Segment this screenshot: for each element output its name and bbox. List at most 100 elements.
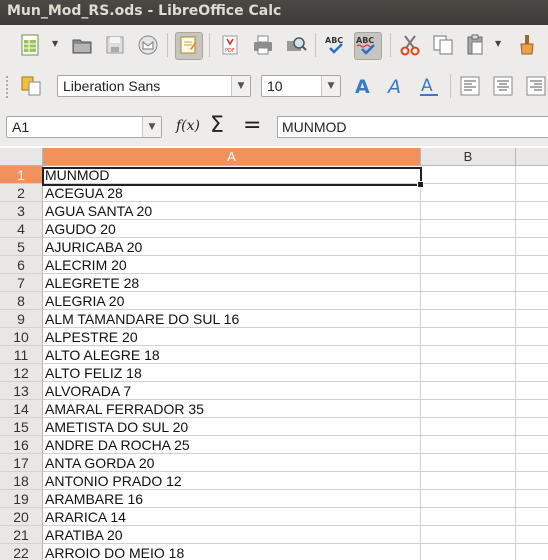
cell-a[interactable]: ALPESTRE 20 bbox=[43, 328, 421, 346]
cell-b[interactable] bbox=[421, 202, 516, 220]
sum-button[interactable]: Σ bbox=[210, 113, 224, 138]
cell-b[interactable] bbox=[421, 310, 516, 328]
column-header-b[interactable]: B bbox=[421, 148, 516, 166]
cell-a[interactable]: ANTONIO PRADO 12 bbox=[43, 472, 421, 490]
align-left-icon[interactable] bbox=[458, 74, 482, 98]
cell-a[interactable]: ANTA GORDA 20 bbox=[43, 454, 421, 472]
align-center-icon[interactable] bbox=[491, 74, 515, 98]
print-preview-icon[interactable] bbox=[284, 33, 308, 57]
cell-c[interactable] bbox=[516, 166, 548, 184]
chevron-down-icon[interactable]: ▼ bbox=[321, 76, 340, 96]
font-name-value[interactable]: Liberation Sans bbox=[63, 78, 160, 94]
cell-b[interactable] bbox=[421, 400, 516, 418]
cell-b[interactable] bbox=[421, 328, 516, 346]
row-header[interactable]: 16 bbox=[0, 436, 43, 454]
cell-a[interactable]: ARAMBARE 16 bbox=[43, 490, 421, 508]
row-header[interactable]: 12 bbox=[0, 364, 43, 382]
cell-b[interactable] bbox=[421, 364, 516, 382]
cell-b[interactable] bbox=[421, 382, 516, 400]
cell-a[interactable]: MUNMOD bbox=[43, 166, 421, 184]
cell-b[interactable] bbox=[421, 418, 516, 436]
cell-a[interactable]: ALVORADA 7 bbox=[43, 382, 421, 400]
formula-input[interactable]: MUNMOD bbox=[277, 116, 548, 138]
function-wizard-button[interactable]: f(x) bbox=[176, 118, 200, 134]
row-header[interactable]: 21 bbox=[0, 526, 43, 544]
cell-c[interactable] bbox=[516, 328, 548, 346]
edit-mode-icon[interactable] bbox=[175, 32, 203, 60]
cell-c[interactable] bbox=[516, 238, 548, 256]
font-name-combo[interactable]: Liberation Sans ▼ bbox=[57, 75, 251, 97]
font-size-value[interactable]: 10 bbox=[267, 78, 283, 94]
paste-icon[interactable] bbox=[464, 33, 488, 57]
cell-a[interactable]: ALTO ALEGRE 18 bbox=[43, 346, 421, 364]
select-all-corner[interactable] bbox=[0, 148, 43, 166]
clone-formatting-icon[interactable] bbox=[515, 33, 539, 57]
cell-a[interactable]: AGUDO 20 bbox=[43, 220, 421, 238]
row-header[interactable]: 13 bbox=[0, 382, 43, 400]
save-icon[interactable] bbox=[103, 33, 127, 57]
chevron-down-icon[interactable]: ▼ bbox=[142, 117, 161, 137]
cell-b[interactable] bbox=[421, 256, 516, 274]
formula-button[interactable]: = bbox=[243, 113, 261, 138]
cell-a[interactable]: ALM TAMANDARE DO SUL 16 bbox=[43, 310, 421, 328]
styles-icon[interactable] bbox=[19, 74, 43, 98]
underline-icon[interactable]: A bbox=[417, 74, 441, 98]
row-header[interactable]: 6 bbox=[0, 256, 43, 274]
cell-c[interactable] bbox=[516, 436, 548, 454]
cell-b[interactable] bbox=[421, 544, 516, 560]
row-header[interactable]: 14 bbox=[0, 400, 43, 418]
cut-icon[interactable] bbox=[398, 33, 422, 57]
cell-b[interactable] bbox=[421, 346, 516, 364]
cell-b[interactable] bbox=[421, 274, 516, 292]
row-header[interactable]: 4 bbox=[0, 220, 43, 238]
cell-a[interactable]: AMARAL FERRADOR 35 bbox=[43, 400, 421, 418]
row-header[interactable]: 2 bbox=[0, 184, 43, 202]
row-header[interactable]: 10 bbox=[0, 328, 43, 346]
name-box-value[interactable]: A1 bbox=[12, 119, 29, 135]
bold-icon[interactable]: A bbox=[351, 74, 375, 98]
cell-c[interactable] bbox=[516, 364, 548, 382]
italic-icon[interactable]: A bbox=[384, 74, 408, 98]
cell-a[interactable]: ARATIBA 20 bbox=[43, 526, 421, 544]
chevron-down-icon[interactable]: ▼ bbox=[231, 76, 250, 96]
cell-a[interactable]: ALEGRIA 20 bbox=[43, 292, 421, 310]
row-header[interactable]: 15 bbox=[0, 418, 43, 436]
row-header[interactable]: 3 bbox=[0, 202, 43, 220]
column-header-c[interactable] bbox=[516, 148, 548, 166]
cell-a[interactable]: AJURICABA 20 bbox=[43, 238, 421, 256]
cell-c[interactable] bbox=[516, 382, 548, 400]
copy-icon[interactable] bbox=[431, 33, 455, 57]
cell-b[interactable] bbox=[421, 508, 516, 526]
cell-c[interactable] bbox=[516, 274, 548, 292]
new-dropdown-icon[interactable]: ▼ bbox=[52, 39, 58, 48]
email-icon[interactable] bbox=[136, 33, 160, 57]
cell-b[interactable] bbox=[421, 436, 516, 454]
cell-b[interactable] bbox=[421, 238, 516, 256]
toolbar-grip[interactable] bbox=[6, 76, 12, 98]
cell-b[interactable] bbox=[421, 166, 516, 184]
cell-b[interactable] bbox=[421, 292, 516, 310]
row-header[interactable]: 1 bbox=[0, 166, 43, 184]
cell-a[interactable]: ARROIO DO MEIO 18 bbox=[43, 544, 421, 560]
cell-a[interactable]: AGUA SANTA 20 bbox=[43, 202, 421, 220]
auto-spellcheck-icon[interactable]: ABC bbox=[354, 32, 382, 60]
cell-c[interactable] bbox=[516, 184, 548, 202]
cell-b[interactable] bbox=[421, 526, 516, 544]
cell-a[interactable]: ARARICA 14 bbox=[43, 508, 421, 526]
cell-a[interactable]: ALECRIM 20 bbox=[43, 256, 421, 274]
cell-b[interactable] bbox=[421, 454, 516, 472]
cell-c[interactable] bbox=[516, 454, 548, 472]
cell-c[interactable] bbox=[516, 202, 548, 220]
cell-c[interactable] bbox=[516, 544, 548, 560]
row-header[interactable]: 8 bbox=[0, 292, 43, 310]
cell-b[interactable] bbox=[421, 220, 516, 238]
row-header[interactable]: 7 bbox=[0, 274, 43, 292]
cell-c[interactable] bbox=[516, 472, 548, 490]
cell-b[interactable] bbox=[421, 184, 516, 202]
row-header[interactable]: 19 bbox=[0, 490, 43, 508]
row-header[interactable]: 22 bbox=[0, 544, 43, 560]
cell-a[interactable]: ACEGUA 28 bbox=[43, 184, 421, 202]
cell-c[interactable] bbox=[516, 508, 548, 526]
row-header[interactable]: 18 bbox=[0, 472, 43, 490]
spelling-icon[interactable]: ABC bbox=[324, 33, 348, 57]
